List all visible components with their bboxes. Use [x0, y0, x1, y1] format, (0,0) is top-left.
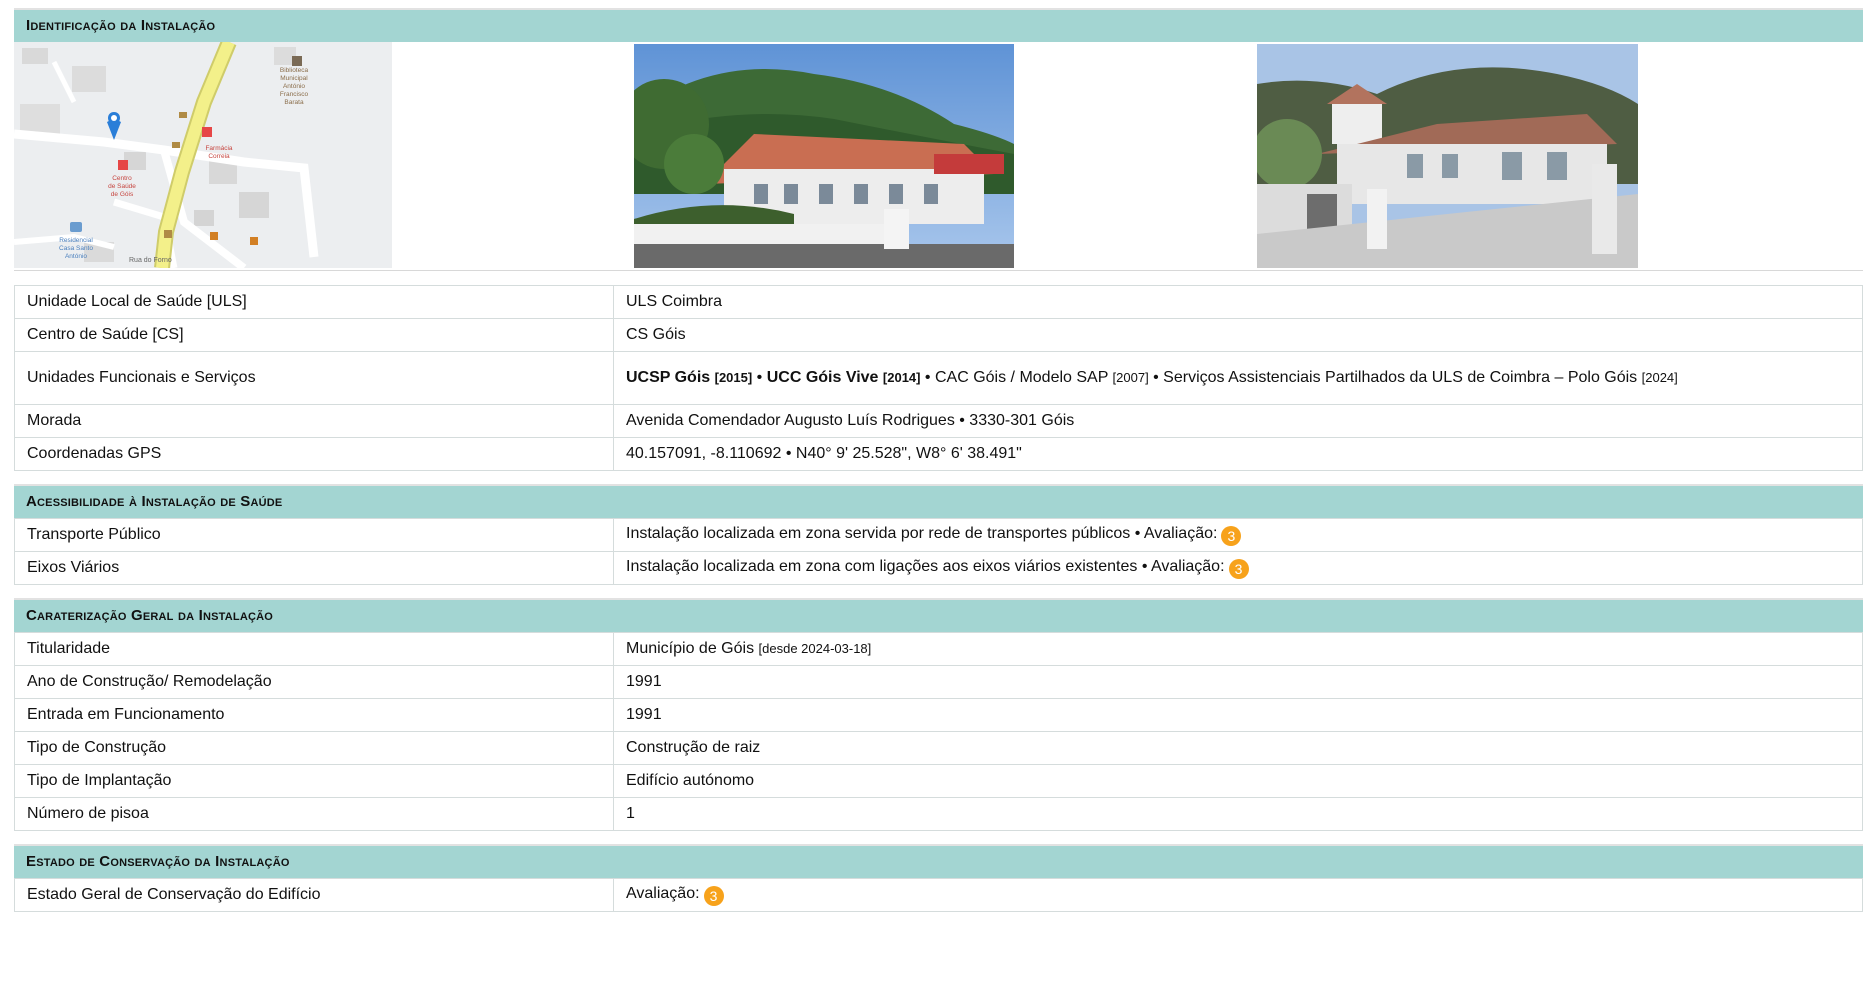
unit-name: UCC Góis Vive	[766, 369, 879, 386]
section-header: Identificação da Instalação	[14, 10, 1863, 42]
value-text: Instalação localizada em zona com ligaçõ…	[626, 557, 1225, 575]
section-header: Caraterização Geral da Instalação	[14, 600, 1863, 632]
table-row: Ano de Construção/ Remodelação 1991	[14, 665, 1863, 699]
rating-badge: 3	[1228, 558, 1249, 579]
media-row: Biblioteca Municipal António Francisco B…	[14, 42, 1863, 271]
section-header: Estado de Conservação da Instalação	[14, 846, 1863, 878]
value-note: [desde 2024-03-18]	[758, 641, 872, 656]
section-identificacao: Identificação da Instalação Biblioteca M…	[14, 8, 1863, 271]
row-value: Instalação localizada em zona com ligaçõ…	[613, 551, 1863, 585]
map-label: António	[283, 83, 305, 90]
row-label: Unidades Funcionais e Serviços	[14, 351, 614, 405]
unit-text: • Serviços Assistenciais Partilhados da …	[1148, 369, 1642, 386]
map-label: Francisco	[280, 91, 309, 98]
map-label: Residencial	[59, 237, 93, 244]
row-label: Morada	[14, 404, 614, 438]
map-label: Casa Santo	[59, 245, 93, 252]
map-label: António	[65, 253, 87, 260]
row-label: Tipo de Construção	[14, 731, 614, 765]
map-label: Farmácia	[205, 145, 232, 152]
row-value: Município de Góis [desde 2024-03-18]	[613, 632, 1863, 666]
table-row: Unidade Local de Saúde [ULS] ULS Coimbra	[14, 285, 1863, 319]
unit-year: [2007]	[1112, 370, 1149, 385]
row-value: ULS Coimbra	[613, 285, 1863, 319]
row-label: Tipo de Implantação	[14, 764, 614, 798]
unit-year: [2024]	[1641, 370, 1678, 385]
map-label: de Saúde	[108, 183, 136, 190]
row-label: Número de pisoa	[14, 797, 614, 831]
section-caracterizacao: Caraterização Geral da Instalação Titula…	[14, 598, 1863, 831]
table-row: Centro de Saúde [CS] CS Góis	[14, 318, 1863, 352]
caracterizacao-table: Titularidade Município de Góis [desde 20…	[14, 632, 1863, 831]
map-label: Barata	[284, 99, 304, 106]
row-value: Edifício autónomo	[613, 764, 1863, 798]
row-label: Unidade Local de Saúde [ULS]	[14, 285, 614, 319]
table-row: Eixos Viários Instalação localizada em z…	[14, 551, 1863, 585]
value-text: Município de Góis	[626, 640, 759, 657]
row-value: Instalação localizada em zona servida po…	[613, 518, 1863, 552]
page: Identificação da Instalação Biblioteca M…	[0, 8, 1863, 996]
identificacao-table: Unidade Local de Saúde [ULS] ULS Coimbra…	[14, 285, 1863, 471]
map-label: de Góis	[111, 191, 134, 198]
row-value: CS Góis	[613, 318, 1863, 352]
row-label: Eixos Viários	[14, 551, 614, 585]
row-label: Estado Geral de Conservação do Edifício	[14, 878, 614, 912]
unidades-value: UCSP Góis [2015] • UCC Góis Vive [2014] …	[613, 351, 1863, 405]
section-conservacao: Estado de Conservação da Instalação Esta…	[14, 844, 1863, 912]
row-value: 1991	[613, 665, 1863, 699]
row-label: Transporte Público	[14, 518, 614, 552]
table-row: Número de pisoa 1	[14, 797, 1863, 831]
conservacao-table: Estado Geral de Conservação do Edifício …	[14, 878, 1863, 912]
table-row: Unidades Funcionais e Serviços UCSP Góis…	[14, 351, 1863, 405]
acessibilidade-table: Transporte Público Instalação localizada…	[14, 518, 1863, 585]
row-label: Centro de Saúde [CS]	[14, 318, 614, 352]
map-label: Rua do Forno	[129, 257, 172, 264]
unit-year: [2014]	[882, 370, 921, 385]
map-label: Biblioteca	[280, 67, 309, 74]
location-map[interactable]: Biblioteca Municipal António Francisco B…	[14, 42, 392, 268]
section-header: Acessibilidade à Instalação de Saúde	[14, 486, 1863, 518]
map-label: Centro	[112, 175, 132, 182]
row-value: 1991	[613, 698, 1863, 732]
unit-year: [2015]	[714, 370, 753, 385]
row-label: Coordenadas GPS	[14, 437, 614, 471]
table-row: Morada Avenida Comendador Augusto Luís R…	[14, 404, 1863, 438]
table-row: Coordenadas GPS 40.157091, -8.110692 • N…	[14, 437, 1863, 471]
table-row: Estado Geral de Conservação do Edifício …	[14, 878, 1863, 912]
rating-badge: 3	[1221, 525, 1242, 546]
row-value: Construção de raiz	[613, 731, 1863, 765]
unit-text: • CAC Góis / Modelo SAP	[920, 369, 1113, 386]
table-row: Entrada em Funcionamento 1991	[14, 698, 1863, 732]
row-value: 40.157091, -8.110692 • N40° 9' 25.528", …	[613, 437, 1863, 471]
building-photo-1	[634, 44, 1014, 268]
map-label: Correia	[208, 153, 230, 160]
rating-badge: 3	[703, 885, 724, 906]
row-value: 1	[613, 797, 1863, 831]
row-label: Titularidade	[14, 632, 614, 666]
building-photo-2	[1257, 44, 1638, 268]
table-row: Transporte Público Instalação localizada…	[14, 518, 1863, 552]
identificacao-table-wrap: Unidade Local de Saúde [ULS] ULS Coimbra…	[14, 285, 1863, 471]
row-value: Avaliação: 3	[613, 878, 1863, 912]
row-label: Ano de Construção/ Remodelação	[14, 665, 614, 699]
value-text: Instalação localizada em zona servida po…	[626, 524, 1218, 542]
map-label: Municipal	[280, 75, 308, 82]
table-row: Tipo de Implantação Edifício autónomo	[14, 764, 1863, 798]
table-row: Tipo de Construção Construção de raiz	[14, 731, 1863, 765]
unit-name: UCSP Góis	[626, 369, 711, 386]
table-row: Titularidade Município de Góis [desde 20…	[14, 632, 1863, 666]
value-text: Avaliação:	[626, 884, 700, 902]
section-acessibilidade: Acessibilidade à Instalação de Saúde Tra…	[14, 484, 1863, 585]
row-label: Entrada em Funcionamento	[14, 698, 614, 732]
separator: •	[752, 369, 767, 386]
row-value: Avenida Comendador Augusto Luís Rodrigue…	[613, 404, 1863, 438]
